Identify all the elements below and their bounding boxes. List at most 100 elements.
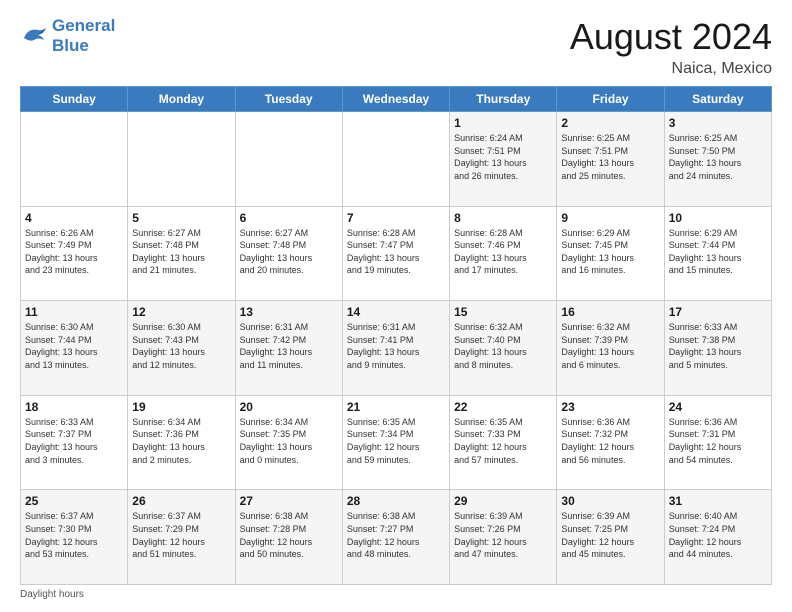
calendar-week-5: 25 Sunrise: 6:37 AM Sunset: 7:30 PM Dayli… — [21, 490, 772, 585]
day-number: 18 — [25, 400, 123, 414]
day-info: Sunrise: 6:38 AM Sunset: 7:27 PM Dayligh… — [347, 510, 445, 560]
day-number: 1 — [454, 116, 552, 130]
day-info: Sunrise: 6:40 AM Sunset: 7:24 PM Dayligh… — [669, 510, 767, 560]
calendar-day — [21, 112, 128, 207]
day-info: Sunrise: 6:35 AM Sunset: 7:34 PM Dayligh… — [347, 416, 445, 466]
calendar-day: 24Sunrise: 6:36 AM Sunset: 7:31 PM Dayli… — [664, 395, 771, 490]
calendar-day: 14 Sunrise: 6:31 AM Sunset: 7:41 PM Dayli… — [342, 301, 449, 396]
calendar-day: 8 Sunrise: 6:28 AM Sunset: 7:46 PM Daylig… — [450, 206, 557, 301]
calendar-day: 30 Sunrise: 6:39 AM Sunset: 7:25 PM Dayli… — [557, 490, 664, 585]
calendar-day: 11 Sunrise: 6:30 AM Sunset: 7:44 PM Dayli… — [21, 301, 128, 396]
day-number: 14 — [347, 305, 445, 319]
day-number: 2 — [561, 116, 659, 130]
calendar-day — [342, 112, 449, 207]
day-number: 10 — [669, 211, 767, 225]
day-number: 17 — [669, 305, 767, 319]
calendar-day: 19 Sunrise: 6:34 AM Sunset: 7:36 PM Dayli… — [128, 395, 235, 490]
day-number: 19 — [132, 400, 230, 414]
calendar-day: 7Sunrise: 6:28 AM Sunset: 7:47 PM Daylig… — [342, 206, 449, 301]
day-number: 25 — [25, 494, 123, 508]
day-info: Sunrise: 6:30 AM Sunset: 7:44 PM Dayligh… — [25, 321, 123, 371]
logo: General Blue — [20, 16, 115, 55]
calendar-day: 10 Sunrise: 6:29 AM Sunset: 7:44 PM Dayli… — [664, 206, 771, 301]
day-info: Sunrise: 6:27 AM Sunset: 7:48 PM Dayligh… — [240, 227, 338, 277]
calendar-day: 3 Sunrise: 6:25 AM Sunset: 7:50 PM Daylig… — [664, 112, 771, 207]
day-info: Sunrise: 6:26 AM Sunset: 7:49 PM Dayligh… — [25, 227, 123, 277]
day-number: 27 — [240, 494, 338, 508]
day-info: Sunrise: 6:36 AM Sunset: 7:31 PM Dayligh… — [669, 416, 767, 466]
calendar-day: 12Sunrise: 6:30 AM Sunset: 7:43 PM Dayli… — [128, 301, 235, 396]
day-info: Sunrise: 6:31 AM Sunset: 7:41 PM Dayligh… — [347, 321, 445, 371]
day-number: 31 — [669, 494, 767, 508]
day-number: 22 — [454, 400, 552, 414]
day-number: 6 — [240, 211, 338, 225]
day-info: Sunrise: 6:29 AM Sunset: 7:44 PM Dayligh… — [669, 227, 767, 277]
logo-bird-icon — [20, 24, 48, 48]
calendar-day: 9Sunrise: 6:29 AM Sunset: 7:45 PM Daylig… — [557, 206, 664, 301]
calendar-day: 13 Sunrise: 6:31 AM Sunset: 7:42 PM Dayli… — [235, 301, 342, 396]
calendar-day: 6 Sunrise: 6:27 AM Sunset: 7:48 PM Daylig… — [235, 206, 342, 301]
calendar-day: 1 Sunrise: 6:24 AM Sunset: 7:51 PM Daylig… — [450, 112, 557, 207]
day-number: 16 — [561, 305, 659, 319]
col-saturday: Saturday — [664, 87, 771, 112]
day-number: 28 — [347, 494, 445, 508]
footer-note: Daylight hours — [20, 589, 772, 600]
day-info: Sunrise: 6:39 AM Sunset: 7:26 PM Dayligh… — [454, 510, 552, 560]
day-number: 3 — [669, 116, 767, 130]
day-info: Sunrise: 6:33 AM Sunset: 7:38 PM Dayligh… — [669, 321, 767, 371]
day-info: Sunrise: 6:34 AM Sunset: 7:36 PM Dayligh… — [132, 416, 230, 466]
day-info: Sunrise: 6:28 AM Sunset: 7:46 PM Dayligh… — [454, 227, 552, 277]
day-info: Sunrise: 6:32 AM Sunset: 7:40 PM Dayligh… — [454, 321, 552, 371]
title-block: August 2024 Naica, Mexico — [570, 16, 772, 78]
calendar-header-row: Sunday Monday Tuesday Wednesday Thursday… — [21, 87, 772, 112]
location-title: Naica, Mexico — [570, 60, 772, 78]
calendar-day: 28 Sunrise: 6:38 AM Sunset: 7:27 PM Dayli… — [342, 490, 449, 585]
day-number: 11 — [25, 305, 123, 319]
day-number: 29 — [454, 494, 552, 508]
day-info: Sunrise: 6:25 AM Sunset: 7:51 PM Dayligh… — [561, 132, 659, 182]
calendar-day: 27 Sunrise: 6:38 AM Sunset: 7:28 PM Dayli… — [235, 490, 342, 585]
day-info: Sunrise: 6:37 AM Sunset: 7:30 PM Dayligh… — [25, 510, 123, 560]
header: General Blue August 2024 Naica, Mexico — [20, 16, 772, 78]
calendar-day: 29 Sunrise: 6:39 AM Sunset: 7:26 PM Dayli… — [450, 490, 557, 585]
calendar-day: 22 Sunrise: 6:35 AM Sunset: 7:33 PM Dayli… — [450, 395, 557, 490]
col-friday: Friday — [557, 87, 664, 112]
calendar-day: 5Sunrise: 6:27 AM Sunset: 7:48 PM Daylig… — [128, 206, 235, 301]
day-number: 5 — [132, 211, 230, 225]
calendar-day: 4 Sunrise: 6:26 AM Sunset: 7:49 PM Daylig… — [21, 206, 128, 301]
day-number: 13 — [240, 305, 338, 319]
month-title: August 2024 — [570, 16, 772, 58]
calendar-day: 18Sunrise: 6:33 AM Sunset: 7:37 PM Dayli… — [21, 395, 128, 490]
day-info: Sunrise: 6:38 AM Sunset: 7:28 PM Dayligh… — [240, 510, 338, 560]
col-wednesday: Wednesday — [342, 87, 449, 112]
calendar-week-1: 1 Sunrise: 6:24 AM Sunset: 7:51 PM Daylig… — [21, 112, 772, 207]
day-info: Sunrise: 6:35 AM Sunset: 7:33 PM Dayligh… — [454, 416, 552, 466]
calendar-day: 15Sunrise: 6:32 AM Sunset: 7:40 PM Dayli… — [450, 301, 557, 396]
calendar-day: 16 Sunrise: 6:32 AM Sunset: 7:39 PM Dayli… — [557, 301, 664, 396]
day-number: 12 — [132, 305, 230, 319]
day-number: 26 — [132, 494, 230, 508]
day-info: Sunrise: 6:39 AM Sunset: 7:25 PM Dayligh… — [561, 510, 659, 560]
day-number: 23 — [561, 400, 659, 414]
day-info: Sunrise: 6:25 AM Sunset: 7:50 PM Dayligh… — [669, 132, 767, 182]
day-info: Sunrise: 6:31 AM Sunset: 7:42 PM Dayligh… — [240, 321, 338, 371]
calendar-week-3: 11 Sunrise: 6:30 AM Sunset: 7:44 PM Dayli… — [21, 301, 772, 396]
day-info: Sunrise: 6:24 AM Sunset: 7:51 PM Dayligh… — [454, 132, 552, 182]
calendar-day — [235, 112, 342, 207]
day-info: Sunrise: 6:34 AM Sunset: 7:35 PM Dayligh… — [240, 416, 338, 466]
day-number: 4 — [25, 211, 123, 225]
calendar-week-2: 4 Sunrise: 6:26 AM Sunset: 7:49 PM Daylig… — [21, 206, 772, 301]
calendar-day: 31 Sunrise: 6:40 AM Sunset: 7:24 PM Dayli… — [664, 490, 771, 585]
col-monday: Monday — [128, 87, 235, 112]
day-number: 7 — [347, 211, 445, 225]
day-number: 8 — [454, 211, 552, 225]
calendar-day: 25 Sunrise: 6:37 AM Sunset: 7:30 PM Dayli… — [21, 490, 128, 585]
day-info: Sunrise: 6:37 AM Sunset: 7:29 PM Dayligh… — [132, 510, 230, 560]
calendar-day: 20Sunrise: 6:34 AM Sunset: 7:35 PM Dayli… — [235, 395, 342, 490]
day-info: Sunrise: 6:36 AM Sunset: 7:32 PM Dayligh… — [561, 416, 659, 466]
col-sunday: Sunday — [21, 87, 128, 112]
calendar-day: 2 Sunrise: 6:25 AM Sunset: 7:51 PM Daylig… — [557, 112, 664, 207]
page: General Blue August 2024 Naica, Mexico S… — [0, 0, 792, 612]
day-number: 30 — [561, 494, 659, 508]
day-info: Sunrise: 6:32 AM Sunset: 7:39 PM Dayligh… — [561, 321, 659, 371]
